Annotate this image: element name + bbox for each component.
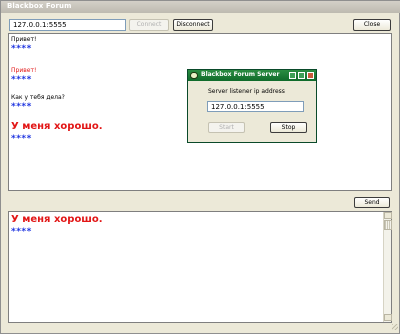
server-icon: [190, 72, 198, 79]
close-button[interactable]: Close: [353, 19, 391, 31]
start-button[interactable]: Start: [208, 122, 245, 133]
maximize-icon[interactable]: [298, 72, 305, 79]
compose-text: У меня хорошо.: [11, 214, 103, 225]
dialog-title: Blackbox Forum Server: [201, 71, 280, 78]
compose-editor[interactable]: У меня хорошо. ****: [8, 211, 392, 323]
forum-window: Blackbox Forum 127.0.0.1:5555 Connect Di…: [0, 0, 400, 334]
server-dialog: Blackbox Forum Server Server listener ip…: [187, 69, 317, 143]
stop-button[interactable]: Stop: [270, 122, 307, 133]
compose-scrollbar[interactable]: [383, 212, 392, 322]
resize-grip-icon[interactable]: [392, 324, 398, 330]
message-stars: ****: [11, 75, 32, 85]
minimize-icon[interactable]: [289, 72, 296, 79]
compose-stars: ****: [11, 227, 32, 237]
scroll-up-button[interactable]: [384, 212, 392, 219]
server-address-input[interactable]: 127.0.0.1:5555: [9, 19, 126, 31]
scroll-down-button[interactable]: [384, 314, 392, 321]
message-stars: ****: [11, 134, 32, 144]
message-text: Привет!: [11, 67, 37, 74]
message-stars: ****: [11, 44, 32, 54]
message-text: Привет!: [11, 36, 37, 43]
message-text: Как у тебя дела?: [11, 94, 65, 101]
server-ip-input[interactable]: 127.0.0.1:5555: [207, 101, 304, 112]
server-ip-label: Server listener ip address: [208, 88, 285, 95]
close-icon[interactable]: [307, 72, 314, 79]
connect-button[interactable]: Connect: [129, 19, 169, 31]
message-stars: ****: [11, 102, 32, 112]
message-text: У меня хорошо.: [11, 121, 103, 132]
send-button[interactable]: Send: [354, 197, 390, 208]
dialog-title-bar[interactable]: Blackbox Forum Server: [188, 70, 316, 81]
disconnect-button[interactable]: Disconnect: [173, 19, 213, 31]
window-title: Blackbox Forum: [7, 2, 72, 10]
scroll-thumb[interactable]: [384, 220, 392, 230]
title-bar[interactable]: Blackbox Forum: [1, 1, 400, 13]
